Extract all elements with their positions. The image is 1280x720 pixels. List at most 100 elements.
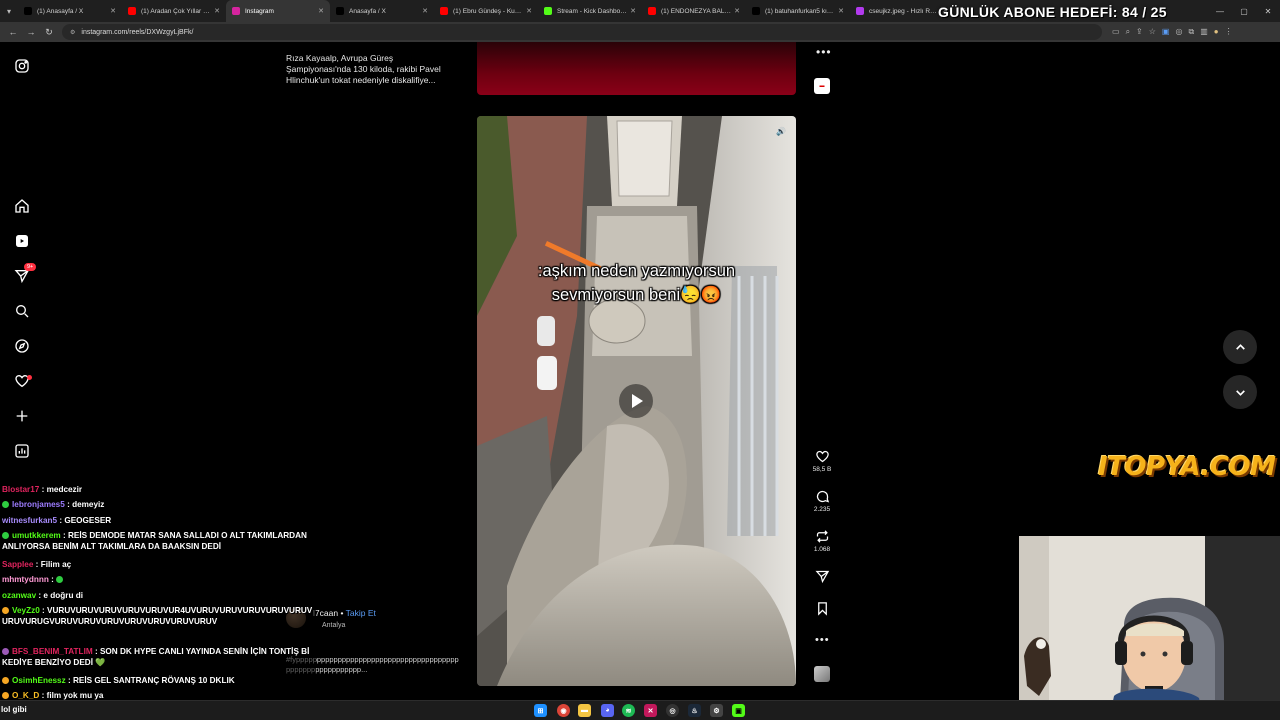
chrome-icon[interactable]: ◉ xyxy=(557,704,570,717)
kick-icon xyxy=(544,7,552,15)
close-tab-icon[interactable]: ✕ xyxy=(734,7,740,15)
play-icon[interactable] xyxy=(619,384,653,418)
subscriber-badge xyxy=(2,677,9,684)
sidebar-icon[interactable]: ▥ xyxy=(1200,27,1208,37)
browser-tab[interactable]: Anasayfa / X ✕ xyxy=(330,0,434,22)
previous-reel-caption[interactable]: Rıza Kayaalp, Avrupa Güreş Şampiyonası'n… xyxy=(286,53,456,86)
browser-tab[interactable]: (1) batuhanfurkan5 kırıyor ✕ xyxy=(746,0,850,22)
save-button[interactable] xyxy=(808,601,836,616)
tab-search-icon[interactable]: ▾ xyxy=(0,0,18,22)
audio-thumbnail[interactable]: ▬ xyxy=(814,78,830,94)
chevron-down-icon xyxy=(1235,389,1245,396)
chat-username: BFS_BENIM_TATLIM xyxy=(12,647,93,656)
kick-app-icon[interactable]: ▣ xyxy=(732,704,745,717)
chat-username: Blostar17 xyxy=(2,485,40,494)
reel-video[interactable]: 🔊 :aşkım neden yazmıyorsun sevmiyorsun b… xyxy=(477,116,796,686)
reel-overlay-text-line1: :aşkım neden yazmıyorsun xyxy=(537,262,736,280)
reel-overlay-text-line2: sevmiyorsun beni😓😡 xyxy=(551,286,722,304)
close-tab-icon[interactable]: ✕ xyxy=(630,7,636,15)
comment-button[interactable]: 2.235 xyxy=(808,489,836,513)
notification-dot xyxy=(27,375,32,380)
browser-tab[interactable]: (1) Aradan Çok Yıllar Geçti ✕ xyxy=(122,0,226,22)
x-app-icon[interactable]: ✕ xyxy=(644,704,657,717)
taskbar-overlay-text: lol gibi xyxy=(1,705,27,714)
profile-avatar[interactable]: ● xyxy=(1214,27,1219,37)
comment-icon xyxy=(816,490,829,503)
reels-icon[interactable] xyxy=(12,231,32,251)
browser-tab[interactable]: (1) ENDONEZYA BALI'DA ✕ xyxy=(642,0,746,22)
chrome-menu-icon[interactable]: ⋮ xyxy=(1225,27,1233,37)
steam-icon[interactable]: ♨ xyxy=(688,704,701,717)
more-options-icon[interactable]: ••• xyxy=(815,634,830,646)
chat-message: lebronjames5 : demeyiz xyxy=(2,499,316,510)
file-explorer-icon[interactable]: ▬ xyxy=(578,704,591,717)
chat-username: OsimhEnessz xyxy=(12,676,66,685)
cast-icon[interactable]: ▭ xyxy=(1112,27,1120,37)
chat-username: VeyZz0 xyxy=(12,606,40,615)
zoom-icon[interactable]: ⌕ xyxy=(1126,27,1130,37)
forward-icon[interactable]: → xyxy=(22,27,40,37)
subscriber-goal-overlay: GÜNLÜK ABONE HEDEFİ: 84 / 25 xyxy=(938,4,1167,20)
close-tab-icon[interactable]: ✕ xyxy=(526,7,532,15)
emote-icon xyxy=(56,576,64,583)
extension-icon[interactable]: ▣ xyxy=(1162,27,1170,37)
previous-reel[interactable] xyxy=(477,42,796,95)
reload-icon[interactable]: ↻ xyxy=(40,27,58,38)
chat-message: Sapplee : Filim aç xyxy=(2,560,72,569)
home-icon[interactable] xyxy=(12,196,32,216)
sound-icon[interactable]: 🔊 xyxy=(774,124,788,138)
reel-location[interactable]: Antalya xyxy=(322,622,345,629)
streamer-webcam xyxy=(1019,536,1280,720)
notifications-icon[interactable] xyxy=(12,371,32,391)
browser-tab[interactable]: (1) Ebru Gündeş - Kurşun ✕ xyxy=(434,0,538,22)
dashboard-icon[interactable] xyxy=(12,441,32,461)
messages-badge: 9+ xyxy=(24,263,37,271)
site-info-icon[interactable]: ⚙ xyxy=(70,29,75,36)
stream-chat-overlay: Blostar17 : medcezir lebronjames5 : deme… xyxy=(0,482,316,704)
browser-tab[interactable]: Instagram ✕ xyxy=(226,0,330,22)
browser-tab[interactable]: (1) Anasayfa / X ✕ xyxy=(18,0,122,22)
tab-title: Stream - Kick Dashboard xyxy=(557,7,628,15)
comment-count: 2.235 xyxy=(813,506,831,513)
back-icon[interactable]: ← xyxy=(4,27,22,37)
obs-icon[interactable]: ◎ xyxy=(666,704,679,717)
repost-button[interactable]: 1.068 xyxy=(808,529,836,553)
share-button[interactable] xyxy=(808,569,836,584)
search-icon[interactable] xyxy=(12,301,32,321)
chat-message: mhmtydnnn : xyxy=(2,574,316,585)
close-tab-icon[interactable]: ✕ xyxy=(214,7,220,15)
share-icon[interactable]: ⇪ xyxy=(1136,27,1143,37)
close-tab-icon[interactable]: ✕ xyxy=(422,7,428,15)
address-bar[interactable]: ⚙ instagram.com/reels/DXWzgyLjBFk/ xyxy=(62,24,1102,40)
spotify-icon[interactable]: ≋ xyxy=(622,704,635,717)
more-options-icon[interactable]: ••• xyxy=(816,45,832,59)
maximize-icon[interactable]: ▢ xyxy=(1232,7,1256,16)
discord-icon[interactable]: ◕ xyxy=(601,704,614,717)
instagram-logo-icon[interactable] xyxy=(12,56,32,76)
browser-tab[interactable]: Stream - Kick Dashboard ✕ xyxy=(538,0,642,22)
chevron-up-icon xyxy=(1235,343,1245,350)
chat-message: OsimhEnessz : REİS GEL SANTRANÇ RÖVANŞ 1… xyxy=(2,675,316,686)
window-controls: — ▢ ✕ xyxy=(1208,0,1280,22)
audio-thumbnail[interactable] xyxy=(814,666,830,682)
close-tab-icon[interactable]: ✕ xyxy=(838,7,844,15)
extension-icon[interactable]: ◎ xyxy=(1175,27,1182,37)
like-button[interactable]: 58,5 B xyxy=(808,449,836,473)
bookmark-star-icon[interactable]: ☆ xyxy=(1149,27,1156,37)
follow-button[interactable]: Takip Et xyxy=(346,608,376,618)
bookmark-icon xyxy=(817,602,827,616)
author-username[interactable]: l7caan xyxy=(313,608,338,618)
x-logo-icon xyxy=(24,7,32,15)
close-window-icon[interactable]: ✕ xyxy=(1256,7,1280,16)
settings-icon[interactable]: ⚙ xyxy=(710,704,723,717)
close-tab-icon[interactable]: ✕ xyxy=(318,7,324,15)
explore-icon[interactable] xyxy=(12,336,32,356)
extensions-puzzle-icon[interactable]: ⧉ xyxy=(1188,27,1194,37)
windows-icon[interactable]: ⊞ xyxy=(534,704,547,717)
next-reel-button[interactable] xyxy=(1223,375,1257,409)
previous-reel-button[interactable] xyxy=(1223,330,1257,364)
author-line: l7caan • Takip Et xyxy=(313,608,376,618)
create-icon[interactable] xyxy=(12,406,32,426)
close-tab-icon[interactable]: ✕ xyxy=(110,7,116,15)
minimize-icon[interactable]: — xyxy=(1208,7,1232,16)
